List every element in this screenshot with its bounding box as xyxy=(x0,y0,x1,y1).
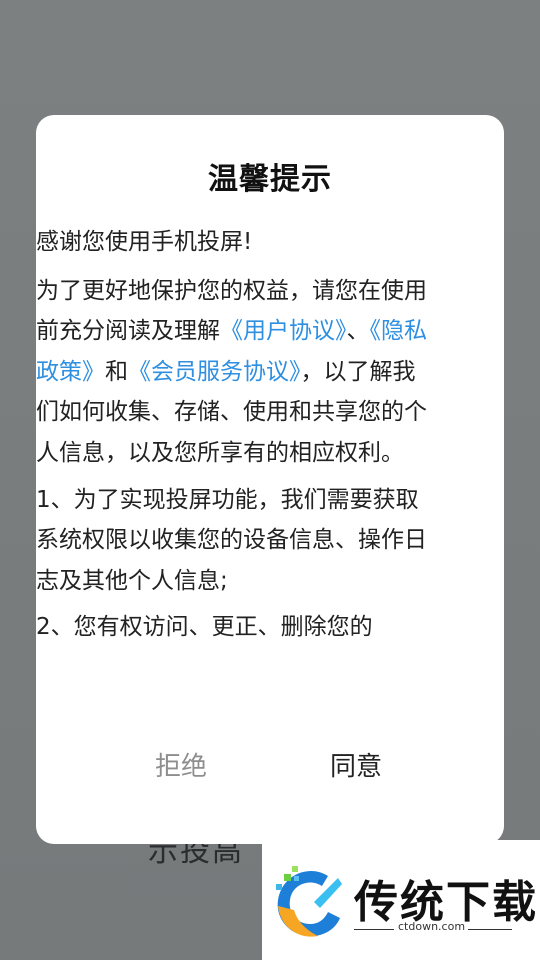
agree-button[interactable]: 同意 xyxy=(296,745,416,789)
and-text: 和 xyxy=(105,358,128,385)
watermark-banner: 传统下载 ctdown.com xyxy=(262,840,540,960)
rights-paragraph: 为了更好地保护您的权益，请您在使用前充分阅读及理解《用户协议》、《隐私政策》和《… xyxy=(36,271,428,474)
item-1-text: 1、为了实现投屏功能，我们需要获取系统权限以收集您的设备信息、操作日志及其他个人… xyxy=(36,486,427,594)
watermark-rule-left xyxy=(354,929,394,930)
item-2-text: 2、您有权访问、更正、删除您的 xyxy=(36,614,373,641)
watermark-url: ctdown.com xyxy=(398,920,466,933)
separator-text: 、 xyxy=(346,318,370,345)
watermark-rule-right xyxy=(468,929,512,930)
reject-button[interactable]: 拒绝 xyxy=(121,745,241,789)
dialog-title: 温馨提示 xyxy=(208,162,332,197)
member-agreement-link[interactable]: 《会员服务协议》 xyxy=(128,359,301,385)
intro-text: 感谢您使用手机投屏! xyxy=(36,229,253,255)
ctdown-logo-icon xyxy=(276,866,342,937)
user-agreement-link[interactable]: 《用户协议》 xyxy=(220,318,347,344)
dialog-body[interactable]: 感谢您使用手机投屏! 为了更好地保护您的权益，请您在使用前充分阅读及理解《用户协… xyxy=(36,222,428,694)
